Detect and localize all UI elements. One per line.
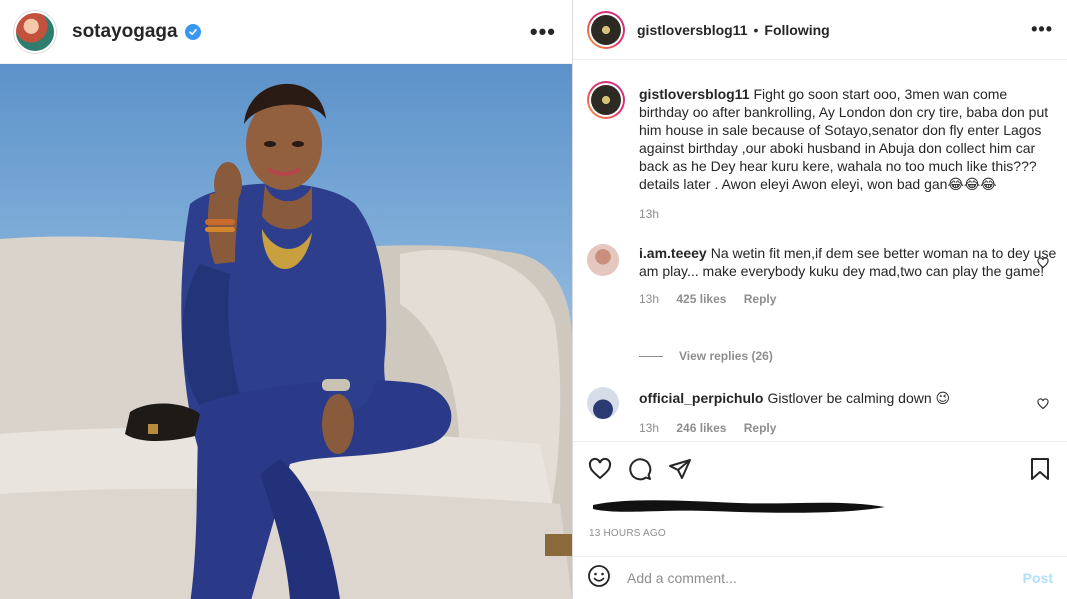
caption: gistloversblog11 Fight go soon start ooo,… (587, 81, 1057, 221)
avatar[interactable] (587, 81, 625, 119)
list-item: i.am.teeey Na wetin fit men,if dem see be… (587, 244, 1057, 306)
post-button[interactable]: Post (1023, 570, 1053, 586)
list-item: official_perpichulo Gistlover be calming … (587, 387, 1057, 435)
redacted-likes (589, 495, 889, 519)
more-options-icon[interactable]: ••• (1031, 19, 1053, 40)
panel-header: gistloversblog11 • Following ••• (573, 0, 1067, 60)
add-comment-bar: Add a comment... Post (573, 556, 1067, 599)
heart-icon[interactable] (1037, 397, 1049, 415)
view-replies-label: View replies (26) (679, 349, 773, 363)
verified-badge-icon (184, 23, 201, 40)
share-icon[interactable] (667, 456, 693, 482)
post-timestamp: 13 HOURS AGO (589, 528, 666, 539)
comments-list: gistloversblog11 Fight go soon start ooo,… (573, 61, 1067, 441)
caption-time[interactable]: 13h (639, 207, 659, 221)
more-options-icon[interactable]: ••• (530, 20, 556, 43)
divider (639, 355, 663, 357)
following-button[interactable]: Following (764, 22, 829, 38)
post-photo (0, 64, 572, 599)
comment-text: Gistlover be calming down 😉 (767, 390, 951, 406)
comment-icon[interactable] (627, 456, 653, 482)
comment-likes[interactable]: 425 likes (676, 292, 726, 306)
view-replies-button[interactable]: View replies (26) (639, 349, 773, 363)
heart-icon[interactable] (587, 456, 613, 482)
photo-illustration (0, 83, 572, 599)
comment-time[interactable]: 13h (639, 421, 659, 435)
emoji-icon[interactable] (587, 564, 611, 593)
caption-username[interactable]: gistloversblog11 (639, 86, 749, 102)
separator: • (753, 21, 759, 38)
comment-input[interactable]: Add a comment... (627, 570, 1023, 586)
comment-username[interactable]: official_perpichulo (639, 390, 763, 406)
post-username[interactable]: sotayogaga (72, 21, 178, 43)
bookmark-icon[interactable] (1027, 456, 1053, 482)
comments-panel: gistloversblog11 • Following ••• gistlov… (573, 0, 1067, 599)
comment-likes[interactable]: 246 likes (676, 421, 726, 435)
avatar[interactable] (587, 10, 625, 49)
comment-username[interactable]: i.am.teeey (639, 245, 707, 261)
panel-username[interactable]: gistloversblog11 (637, 22, 747, 38)
post-header: sotayogaga ••• (0, 0, 572, 64)
avatar[interactable] (587, 244, 619, 276)
action-bar (573, 441, 1067, 495)
reply-button[interactable]: Reply (744, 421, 777, 435)
reply-button[interactable]: Reply (744, 292, 777, 306)
avatar[interactable] (587, 387, 619, 419)
heart-icon[interactable] (1037, 256, 1049, 274)
comment-time[interactable]: 13h (639, 292, 659, 306)
avatar[interactable] (14, 10, 56, 53)
